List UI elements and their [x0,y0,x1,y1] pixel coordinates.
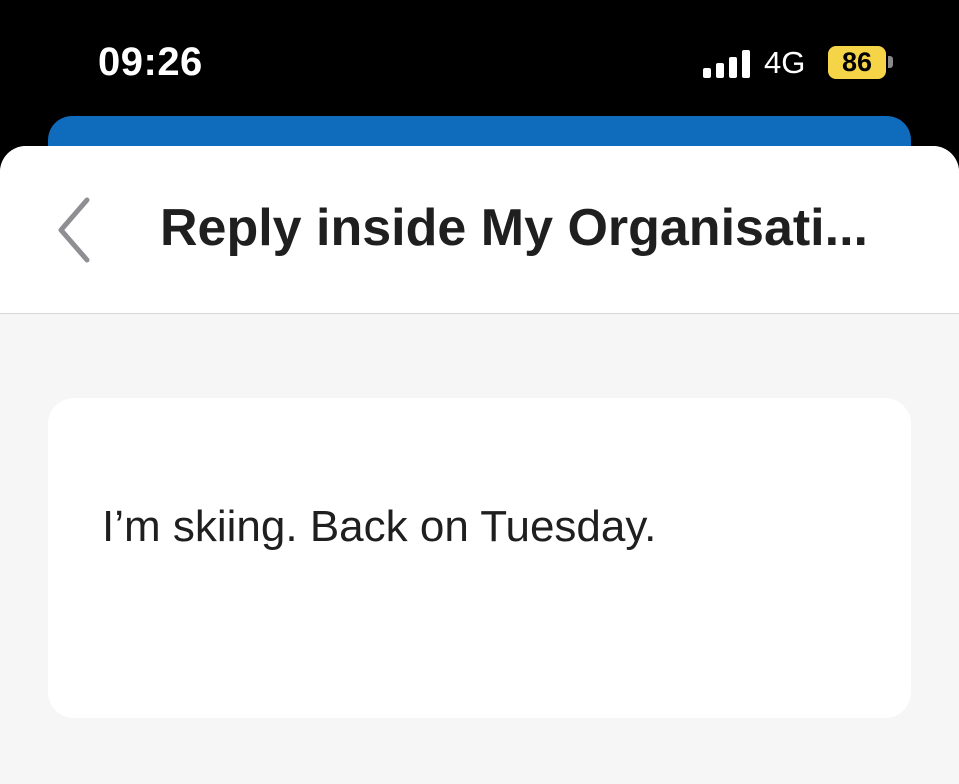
navigation-header: Reply inside My Organisati... [0,146,959,314]
message-card[interactable]: I’m skiing. Back on Tuesday. [48,398,911,718]
signal-icon [703,50,751,78]
signal-bar [729,57,737,78]
chevron-left-icon [58,197,90,263]
modal-sheet: Reply inside My Organisati... I’m skiing… [0,146,959,784]
battery-icon: 86 [828,46,886,79]
signal-bar [716,63,724,78]
network-type: 4G [764,45,806,80]
signal-bar [742,50,750,78]
status-bar: 09:26 4G 86 [0,0,959,120]
status-time: 09:26 [98,40,203,84]
auto-reply-message: I’m skiing. Back on Tuesday. [102,502,657,551]
screen: 09:26 4G 86 Reply inside My Organisati..… [0,0,959,784]
signal-bar [703,68,711,78]
back-button[interactable] [40,190,110,270]
page-title: Reply inside My Organisati... [160,199,868,257]
battery-tip [888,56,893,68]
